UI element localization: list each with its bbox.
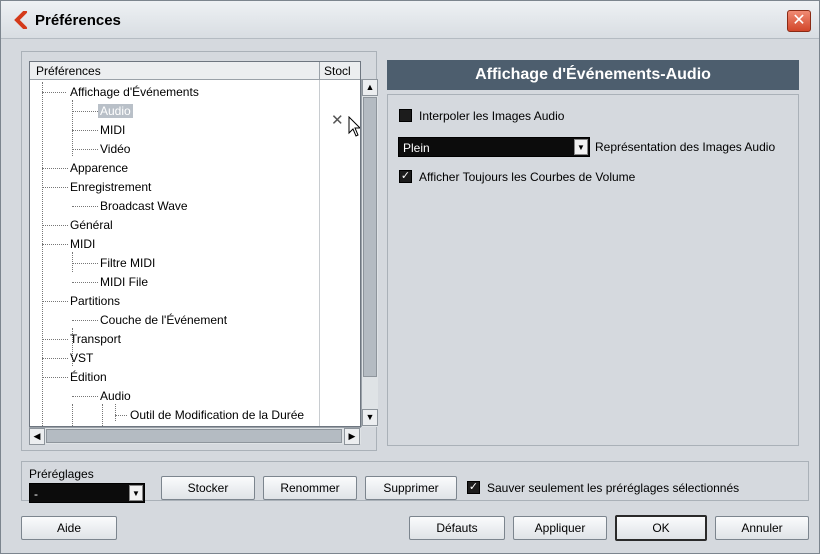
tree-item-label: MIDI xyxy=(100,123,126,137)
column-header-stock[interactable]: Stocl xyxy=(319,62,355,80)
scroll-right-button[interactable]: ▶ xyxy=(344,428,360,445)
representation-value: Plein xyxy=(403,141,430,155)
tree-item-enregistrement[interactable]: Enregistrement xyxy=(30,177,319,196)
tree-line xyxy=(42,244,68,245)
interpolate-label: Interpoler les Images Audio xyxy=(419,109,565,123)
help-button[interactable]: Aide xyxy=(21,516,117,540)
tree-line xyxy=(72,149,98,150)
page-title: Affichage d'Événements-Audio xyxy=(387,60,799,90)
tree-line xyxy=(115,415,127,416)
column-header-preferences[interactable]: Préférences xyxy=(36,64,101,78)
apply-button[interactable]: Appliquer xyxy=(513,516,607,540)
scroll-down-button[interactable]: ▼ xyxy=(362,409,378,426)
tree-item-filtre-midi[interactable]: Filtre MIDI xyxy=(30,253,319,272)
scroll-left-button[interactable]: ◀ xyxy=(29,428,45,445)
rename-preset-button[interactable]: Renommer xyxy=(263,476,357,500)
tree-item-partitions[interactable]: Partitions xyxy=(30,291,319,310)
tree-header: Préférences Stocl xyxy=(30,62,360,80)
tree-line xyxy=(72,320,98,321)
tree-line xyxy=(72,396,98,397)
preferences-dialog: Préférences ✕ Préférences Stocl Affichag… xyxy=(0,0,820,554)
tree-line xyxy=(72,263,98,264)
tree-item-midi-group[interactable]: MIDI xyxy=(30,234,319,253)
horizontal-scroll-thumb[interactable] xyxy=(46,429,342,443)
tree-item-label: Apparence xyxy=(70,161,129,175)
representation-label: Représentation des Images Audio xyxy=(595,140,776,154)
presets-select[interactable]: - ▼ xyxy=(29,483,145,503)
ok-button[interactable]: OK xyxy=(615,515,707,541)
tree-line xyxy=(72,130,98,131)
tree-item-couche[interactable]: Couche de l'Événement xyxy=(30,310,319,329)
tree-horizontal-scrollbar[interactable]: ◀ ▶ xyxy=(29,427,361,445)
tree-item-apparence[interactable]: Apparence xyxy=(30,158,319,177)
tree-line xyxy=(42,301,68,302)
tree-item-label: VST xyxy=(70,351,94,365)
tree-item-label: Broadcast Wave xyxy=(100,199,188,213)
tree-item-edition[interactable]: Édition xyxy=(30,367,319,386)
tree-line xyxy=(72,206,98,207)
tree-item-broadcast-wave[interactable]: Broadcast Wave xyxy=(30,196,319,215)
window-title: Préférences xyxy=(35,12,121,29)
tree-item-midi[interactable]: MIDI xyxy=(30,120,319,139)
title-bar: Préférences ✕ xyxy=(1,1,819,39)
representation-select[interactable]: Plein ▼ xyxy=(398,137,590,157)
tree-item-midi-file[interactable]: MIDI File xyxy=(30,272,319,291)
scroll-up-button[interactable]: ▲ xyxy=(362,79,378,96)
tree-item-affichage[interactable]: Affichage d'Événements xyxy=(30,82,319,101)
tree-line xyxy=(42,225,68,226)
mouse-pointer-icon xyxy=(348,116,360,137)
tree-item-label: Affichage d'Événements xyxy=(70,85,199,99)
tree-item-general[interactable]: Général xyxy=(30,215,319,234)
delete-preset-button[interactable]: Supprimer xyxy=(365,476,457,500)
tree-item-label: Audio xyxy=(100,389,131,403)
save-selected-label: Sauver seulement les préréglages sélecti… xyxy=(487,481,740,495)
tree-item-label: Général xyxy=(70,218,113,232)
tree-item-label: Filtre MIDI xyxy=(100,256,156,270)
tree-item-label: Partitions xyxy=(70,294,121,308)
tree-line xyxy=(42,187,68,188)
volume-curves-checkbox[interactable]: ✓ xyxy=(399,170,412,183)
presets-label: Préréglages xyxy=(29,467,94,481)
tree-line xyxy=(42,377,68,378)
stock-x-icon[interactable]: ✕ xyxy=(331,111,344,129)
tree-line xyxy=(72,282,98,283)
save-selected-checkbox[interactable]: ✓ xyxy=(467,481,480,494)
cancel-button[interactable]: Annuler xyxy=(715,516,809,540)
tree-vertical-scrollbar[interactable]: ▲ ▼ xyxy=(361,79,378,427)
tree-item-vst[interactable]: VST xyxy=(30,348,319,367)
chevron-down-icon[interactable]: ▼ xyxy=(129,485,143,501)
store-preset-button[interactable]: Stocker xyxy=(161,476,255,500)
tree-item-transport[interactable]: Transport xyxy=(30,329,319,348)
tree-item-label: Enregistrement xyxy=(70,180,152,194)
interpolate-checkbox[interactable] xyxy=(399,109,412,122)
tree-line xyxy=(42,92,66,93)
tree-item-audio-selected[interactable]: Audio xyxy=(30,101,319,120)
tree-item-edition-audio[interactable]: Audio xyxy=(30,386,319,405)
tree-item-video[interactable]: Vidéo xyxy=(30,139,319,158)
tree-line xyxy=(42,168,68,169)
tree-item-label: Outil de Modification de la Durée xyxy=(130,408,305,422)
presets-value: - xyxy=(34,487,38,501)
defaults-button[interactable]: Défauts xyxy=(409,516,505,540)
tree-item-label: Audio xyxy=(98,104,133,118)
scroll-thumb[interactable] xyxy=(363,97,377,377)
tree-item-label: Vidéo xyxy=(100,142,131,156)
tree-item-label: Édition xyxy=(70,370,107,384)
tree-item-label: MIDI xyxy=(70,237,96,251)
column-divider xyxy=(319,80,320,426)
tree-line xyxy=(42,358,68,359)
tree-line xyxy=(42,339,68,340)
close-button[interactable]: ✕ xyxy=(787,10,811,32)
tree-item-outil-duree[interactable]: Outil de Modification de la Durée xyxy=(30,405,319,424)
tree-item-label: Transport xyxy=(70,332,121,346)
tree-item-label: Couche de l'Événement xyxy=(100,313,228,327)
tree-item-label: MIDI File xyxy=(100,275,148,289)
app-logo-icon xyxy=(14,11,27,29)
chevron-down-icon[interactable]: ▼ xyxy=(574,139,588,155)
preferences-tree: Préférences Stocl Affichage d'Événements… xyxy=(29,61,361,427)
tree-line xyxy=(72,111,98,112)
volume-curves-label: Afficher Toujours les Courbes de Volume xyxy=(419,170,636,184)
